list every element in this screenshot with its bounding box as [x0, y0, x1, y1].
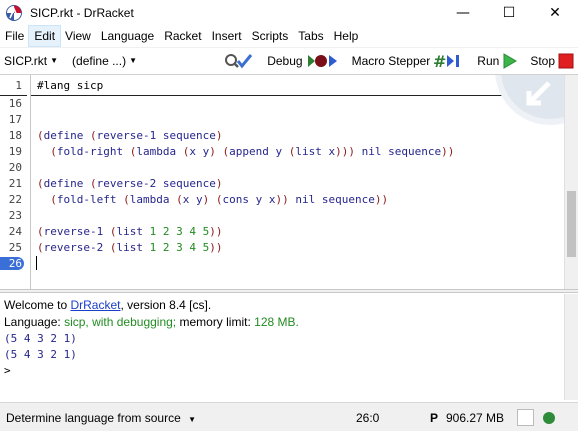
- arrow-down-left-icon: [526, 81, 551, 106]
- line-number: 19: [8, 145, 22, 158]
- maximize-icon: ☐: [502, 5, 516, 21]
- gc-indicator: [517, 409, 534, 426]
- language-value: sicp, with debugging;: [64, 315, 177, 329]
- stop-icon: [558, 53, 574, 69]
- menu-bar: File Edit View Language Racket Insert Sc…: [0, 25, 578, 47]
- line-number: 17: [8, 113, 22, 126]
- code-line-24: (reverse-1 (list 1 2 3 4 5)): [37, 225, 223, 238]
- menu-view[interactable]: View: [60, 26, 96, 46]
- output-line: (5 4 3 2 1): [4, 348, 77, 361]
- lang-line: #lang sicp: [37, 79, 104, 92]
- menu-file[interactable]: File: [0, 26, 29, 46]
- svg-text:#: #: [433, 53, 446, 69]
- repl-prompt[interactable]: >: [4, 364, 11, 377]
- menu-edit[interactable]: Edit: [28, 25, 62, 47]
- status-bar: Determine language from source ▼ 26:0 P …: [0, 402, 578, 431]
- lang-line-header: #lang sicp: [31, 75, 564, 125]
- language-selector[interactable]: Determine language from source ▼: [6, 411, 196, 425]
- file-dropdown[interactable]: SICP.rkt ▼: [0, 54, 62, 68]
- running-indicator-icon: [543, 412, 555, 424]
- p-indicator: P: [430, 411, 439, 425]
- editor-scrollbar[interactable]: [564, 75, 578, 290]
- code-line-22: (fold-left (lambda (x y) (cons y x)) nil…: [50, 193, 389, 206]
- line-number-gutter: 1 16 17 18 19 20 21 22 23 24 25 26: [0, 75, 27, 290]
- close-button[interactable]: ✕: [532, 0, 578, 26]
- code-area[interactable]: #lang sicp (define (reverse-1 sequence) …: [30, 75, 564, 290]
- define-dropdown[interactable]: (define ...) ▼: [68, 54, 141, 68]
- welcome-prefix: Welcome to: [4, 298, 71, 312]
- debug-button[interactable]: Debug: [267, 53, 339, 69]
- window-title: SICP.rkt - DrRacket: [30, 6, 134, 20]
- welcome-line: Welcome to DrRacket, version 8.4 [cs].: [4, 298, 211, 312]
- code-line-21: (define (reverse-2 sequence): [37, 177, 223, 190]
- definitions-editor[interactable]: 1 16 17 18 19 20 21 22 23 24 25 26 #lang…: [0, 74, 578, 290]
- run-button[interactable]: Run: [477, 53, 518, 69]
- menu-tabs[interactable]: Tabs: [293, 26, 328, 46]
- maximize-button[interactable]: ☐: [486, 0, 532, 26]
- line-number: 24: [8, 225, 22, 238]
- chevron-down-icon: ▼: [50, 56, 59, 65]
- menu-racket[interactable]: Racket: [159, 26, 206, 46]
- language-line: Language: sicp, with debugging; memory l…: [4, 315, 299, 329]
- memory-usage[interactable]: 906.27 MB: [446, 411, 504, 425]
- macro-stepper-button[interactable]: Macro Stepper #: [352, 53, 468, 69]
- title-bar: SICP.rkt - DrRacket — ☐ ✕: [0, 0, 578, 26]
- output-line: (5 4 3 2 1): [4, 332, 77, 345]
- menu-scripts[interactable]: Scripts: [247, 26, 294, 46]
- editor-scrollbar-thumb[interactable]: [567, 191, 576, 257]
- current-line-number: 26: [0, 257, 24, 270]
- stop-button[interactable]: Stop: [530, 53, 574, 69]
- menu-help[interactable]: Help: [329, 26, 364, 46]
- check-syntax-icon[interactable]: [223, 52, 253, 70]
- code-line-18: (define (reverse-1 sequence): [37, 129, 223, 142]
- code-line-25: (reverse-2 (list 1 2 3 4 5)): [37, 241, 223, 254]
- run-label: Run: [477, 54, 500, 68]
- macro-stepper-label: Macro Stepper: [351, 54, 431, 68]
- toolbar: SICP.rkt ▼ (define ...) ▼ Debug Macro St…: [0, 47, 578, 73]
- define-dropdown-label: (define ...): [72, 53, 127, 68]
- macro-stepper-icon: #: [433, 53, 460, 69]
- minimize-button[interactable]: —: [440, 0, 486, 26]
- language-prefix: Language:: [4, 315, 65, 329]
- file-dropdown-label: SICP.rkt: [4, 53, 48, 68]
- drracket-link[interactable]: DrRacket: [70, 298, 120, 312]
- memory-prefix: memory limit:: [176, 315, 255, 329]
- code-line-19: (fold-right (lambda (x y) (append y (lis…: [50, 145, 455, 158]
- menu-insert[interactable]: Insert: [207, 26, 247, 46]
- line-number: 18: [8, 129, 22, 142]
- language-selector-label: Determine language from source: [6, 411, 181, 425]
- cursor-position: 26:0: [356, 411, 380, 425]
- line-number: 1: [15, 79, 22, 92]
- corner-overlay: [495, 75, 564, 125]
- chevron-down-icon: ▼: [129, 56, 137, 65]
- close-icon: ✕: [549, 5, 561, 21]
- text-cursor: [36, 256, 37, 270]
- line-number: 16: [8, 97, 22, 110]
- debug-icon: [307, 55, 337, 67]
- memory-value: 128 MB.: [254, 315, 299, 329]
- debug-label: Debug: [267, 54, 303, 68]
- line-number: 25: [8, 241, 22, 254]
- run-icon: [503, 53, 518, 69]
- chevron-down-icon: ▼: [188, 415, 197, 424]
- menu-language[interactable]: Language: [96, 26, 159, 46]
- drracket-logo-icon: [6, 5, 22, 21]
- minimize-icon: —: [456, 5, 470, 21]
- pane-divider[interactable]: [0, 289, 578, 293]
- interactions-scrollbar[interactable]: [564, 294, 578, 400]
- interactions-pane[interactable]: Welcome to DrRacket, version 8.4 [cs]. L…: [0, 294, 578, 400]
- stop-label: Stop: [530, 54, 555, 68]
- line-number: 20: [8, 161, 22, 174]
- line-number: 22: [8, 193, 22, 206]
- line-number: 23: [8, 209, 22, 222]
- line-number: 21: [8, 177, 22, 190]
- welcome-suffix: , version 8.4 [cs].: [120, 298, 212, 312]
